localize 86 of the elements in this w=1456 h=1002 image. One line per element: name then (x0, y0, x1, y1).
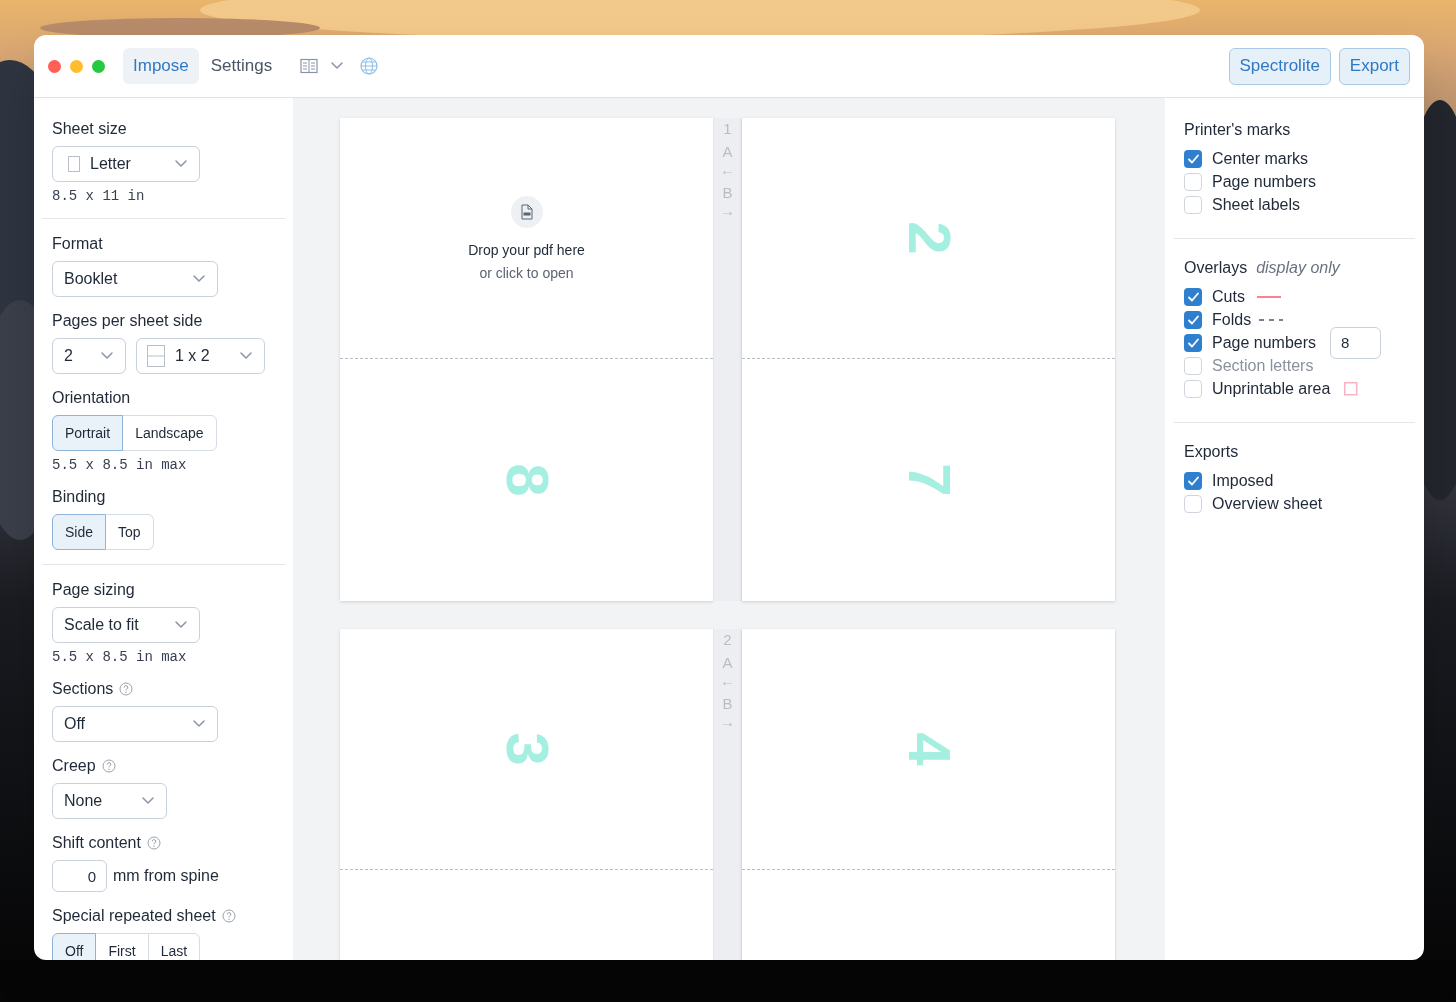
size-note: 5.5 x 8.5 in max (52, 649, 188, 665)
fold-line-icon (1259, 318, 1284, 321)
gutter-label: → (720, 202, 735, 220)
size-note: 8.5 x 11 in (52, 188, 146, 204)
number-field[interactable]: 0 (52, 860, 107, 892)
checkbox-label: Page numbers (1212, 332, 1317, 353)
section-title: Exports (1184, 442, 1239, 462)
dropdown[interactable]: None (52, 783, 167, 819)
language-button[interactable] (360, 57, 379, 75)
checkbox-label: Cuts (1212, 286, 1245, 307)
segment-button[interactable]: Last (147, 933, 201, 960)
segment-button[interactable]: Top (105, 514, 154, 550)
checkbox[interactable] (1184, 287, 1202, 306)
unit-label: mm from spine (113, 866, 219, 886)
close-button[interactable] (48, 59, 61, 73)
gutter-label: ← (720, 672, 735, 690)
check-icon (1186, 474, 1200, 487)
segment-button[interactable]: Landscape (122, 415, 217, 451)
section-title: Printer's marks (1184, 120, 1291, 140)
page-number: 7 (898, 462, 959, 497)
field-label: Creep (52, 756, 96, 776)
maximize-button[interactable] (92, 59, 105, 73)
checkbox[interactable] (1184, 310, 1202, 329)
layout-menu-button[interactable] (300, 58, 345, 74)
field-label: Orientation (52, 388, 131, 408)
tab[interactable]: Impose (123, 48, 199, 84)
field-label: Sheet size (52, 119, 127, 139)
checkbox-label: Center marks (1212, 148, 1309, 169)
book-layout-icon (300, 58, 319, 74)
checkbox-label: Sheet labels (1212, 194, 1301, 215)
split-layout-icon (147, 345, 165, 367)
toolbar-button[interactable]: Spectrolite (1228, 47, 1331, 85)
dropdown[interactable]: Scale to fit (52, 607, 200, 643)
field-label: Page sizing (52, 580, 135, 600)
field-label: Format (52, 234, 103, 254)
segment-button[interactable]: Off (52, 933, 97, 960)
cut-line-icon (1256, 295, 1281, 298)
checkbox[interactable] (1184, 333, 1202, 352)
check-icon (1186, 313, 1200, 326)
check-icon (1186, 336, 1200, 349)
number-field[interactable]: 8 (1330, 326, 1382, 359)
checkbox-label: Imposed (1212, 470, 1274, 491)
unprintable-area-icon (1344, 381, 1359, 396)
checkbox[interactable] (1184, 471, 1202, 490)
check-icon (1186, 290, 1200, 303)
dropdown[interactable]: Booklet (52, 261, 218, 297)
segment-button[interactable]: Portrait (52, 415, 124, 451)
pdf-icon (519, 204, 534, 220)
gutter-label: → (720, 713, 735, 731)
section-subtitle: display only (1256, 258, 1340, 278)
field-label: Pages per sheet side (52, 311, 203, 331)
segment-button[interactable]: Side (52, 514, 107, 550)
globe-icon (360, 57, 379, 75)
checkbox-label: Overview sheet (1212, 493, 1323, 514)
page-number: 3 (496, 732, 557, 766)
checkbox-label: Unprintable area (1212, 378, 1331, 399)
field-label: Special repeated sheet (52, 906, 216, 926)
page-icon (68, 156, 80, 172)
checkbox[interactable] (1184, 149, 1202, 168)
checkbox-label: Section letters (1212, 355, 1314, 376)
minimize-button[interactable] (70, 59, 83, 73)
checkbox[interactable] (1184, 172, 1202, 191)
checkbox[interactable] (1184, 195, 1202, 214)
size-note: 5.5 x 8.5 in max (52, 457, 188, 473)
checkbox[interactable] (1184, 379, 1202, 398)
field-label: Shift content (52, 833, 141, 853)
dropdown[interactable]: Off (52, 706, 218, 742)
drop-subtitle[interactable]: or click to open (479, 265, 574, 282)
page-number: 2 (898, 221, 959, 255)
gutter-label: ← (720, 161, 735, 179)
field-label: Sections (52, 679, 114, 699)
page-number: 4 (898, 732, 959, 766)
drop-title: Drop your pdf here (468, 242, 585, 259)
dropdown[interactable]: Letter (52, 146, 200, 182)
toolbar-button[interactable]: Export (1338, 47, 1410, 85)
tab[interactable]: Settings (200, 48, 283, 84)
checkbox[interactable] (1184, 494, 1202, 513)
checkbox-label: Page numbers (1212, 171, 1317, 192)
check-icon (1186, 152, 1200, 165)
field-label: Binding (52, 487, 106, 507)
dropdown[interactable]: 1 x 2 (136, 338, 265, 374)
page-number: 8 (496, 462, 557, 497)
segment-button[interactable]: First (95, 933, 149, 960)
dropdown[interactable]: 2 (52, 338, 126, 374)
section-title: Overlays (1184, 258, 1248, 278)
checkbox-label: Folds (1212, 309, 1252, 330)
